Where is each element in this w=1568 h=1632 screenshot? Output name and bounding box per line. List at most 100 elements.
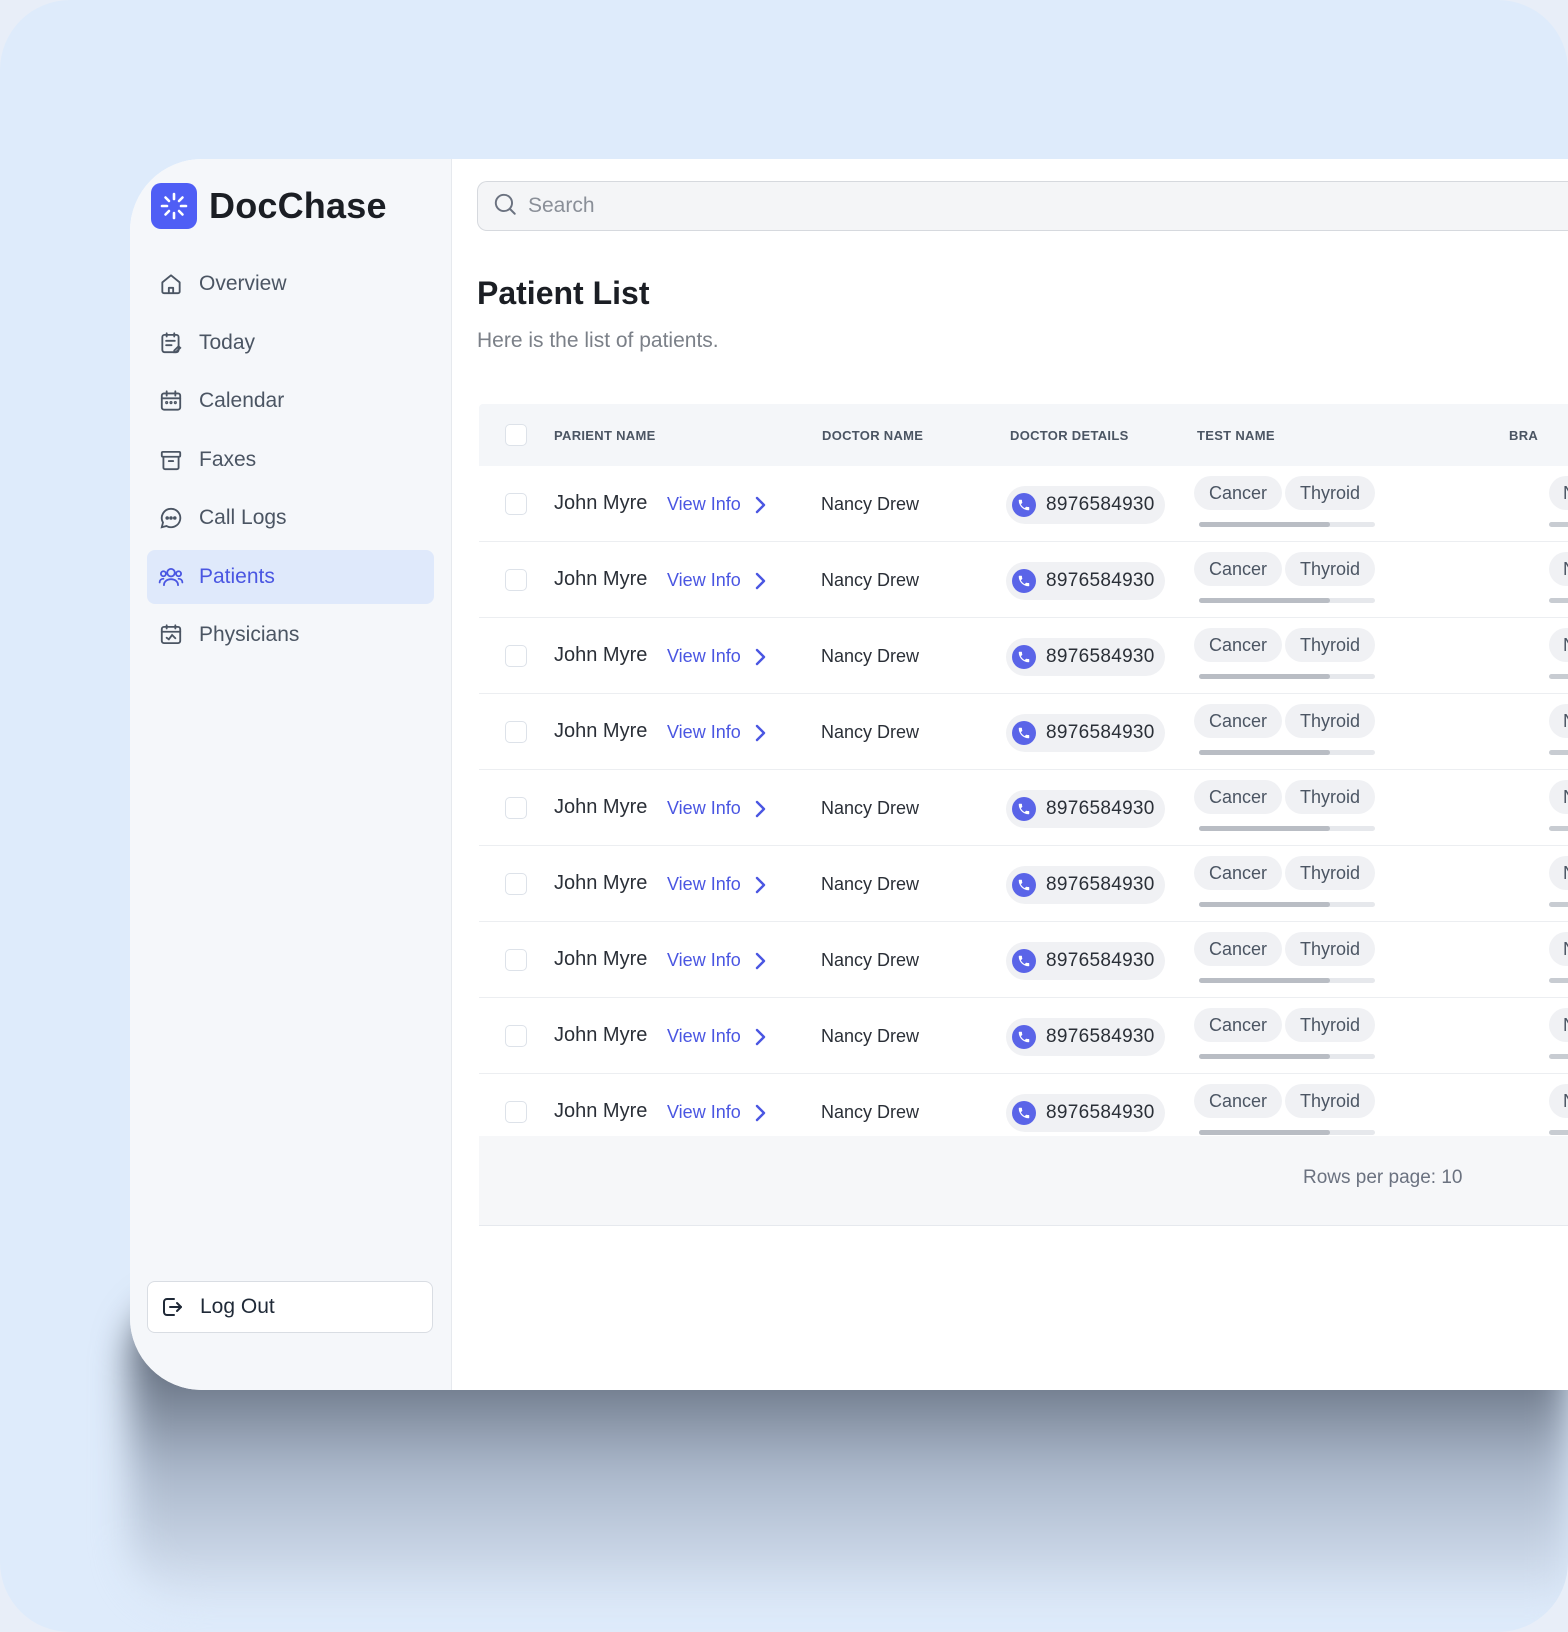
test-tag[interactable]: Thyroid	[1285, 856, 1376, 890]
row-checkbox[interactable]	[505, 493, 527, 515]
doctor-phone[interactable]: 8976584930	[1006, 638, 1165, 676]
test-progress-bar	[1199, 826, 1375, 831]
row-checkbox[interactable]	[505, 949, 527, 971]
phone-icon	[1012, 569, 1036, 593]
test-tag[interactable]: Cancer	[1194, 628, 1283, 662]
table-row[interactable]: John Myre View Info Nancy Drew 8976584930 Ca…	[479, 922, 1568, 998]
table-row[interactable]: John Myre View Info Nancy Drew 8976584930 Ca…	[479, 770, 1568, 846]
chevron-right-icon	[753, 799, 773, 819]
column-header-truncated[interactable]: BRA	[1509, 428, 1538, 443]
table-row[interactable]: John Myre View Info Nancy Drew 8976584930 Ca…	[479, 1074, 1568, 1136]
test-tag[interactable]: Thyroid	[1285, 628, 1376, 662]
truncated-column-bar	[1549, 750, 1568, 755]
test-tag[interactable]: Thyroid	[1285, 1008, 1376, 1042]
phone-icon	[1012, 949, 1036, 973]
test-tag[interactable]: Thyroid	[1285, 476, 1376, 510]
table-row[interactable]: John Myre View Info Nancy Drew 8976584930 Ca…	[479, 998, 1568, 1074]
row-checkbox[interactable]	[505, 645, 527, 667]
select-all-checkbox[interactable]	[505, 424, 527, 446]
view-info-label: View Info	[667, 494, 741, 514]
sidebar-item-today[interactable]: Today	[147, 316, 434, 370]
view-info-label: View Info	[667, 646, 741, 666]
truncated-column-tag: N	[1549, 932, 1568, 966]
test-tag[interactable]: Cancer	[1194, 932, 1283, 966]
table-row[interactable]: John Myre View Info Nancy Drew 8976584930 Ca…	[479, 694, 1568, 770]
test-tag[interactable]: Thyroid	[1285, 932, 1376, 966]
doctor-phone[interactable]: 8976584930	[1006, 714, 1165, 752]
view-info-link[interactable]: View Info	[667, 646, 773, 667]
column-header-doctor-details[interactable]: DOCTOR DETAILS	[1010, 428, 1129, 443]
doctor-phone[interactable]: 8976584930	[1006, 486, 1165, 524]
doctor-name: Nancy Drew	[821, 1026, 920, 1046]
test-tag[interactable]: Cancer	[1194, 476, 1283, 510]
test-tag[interactable]: Thyroid	[1285, 780, 1376, 814]
doctor-name: Nancy Drew	[821, 874, 920, 894]
view-info-label: View Info	[667, 798, 741, 818]
doctor-phone[interactable]: 8976584930	[1006, 942, 1165, 980]
test-tag[interactable]: Thyroid	[1285, 1084, 1376, 1118]
view-info-link[interactable]: View Info	[667, 494, 773, 515]
view-info-label: View Info	[667, 722, 741, 742]
doctor-phone[interactable]: 8976584930	[1006, 866, 1165, 904]
test-tag[interactable]: Cancer	[1194, 780, 1283, 814]
doctor-phone[interactable]: 8976584930	[1006, 1094, 1165, 1132]
patient-name: John Myre	[554, 948, 648, 970]
logout-label: Log Out	[200, 1295, 275, 1318]
doctor-phone[interactable]: 8976584930	[1006, 1018, 1165, 1056]
table-row[interactable]: John Myre View Info Nancy Drew 8976584930 Ca…	[479, 618, 1568, 694]
view-info-link[interactable]: View Info	[667, 1026, 773, 1047]
row-checkbox[interactable]	[505, 797, 527, 819]
row-checkbox[interactable]	[505, 721, 527, 743]
table-row[interactable]: John Myre View Info Nancy Drew 8976584930 Ca…	[479, 466, 1568, 542]
test-tag[interactable]: Cancer	[1194, 1084, 1283, 1118]
test-tag[interactable]: Thyroid	[1285, 704, 1376, 738]
test-tag[interactable]: Cancer	[1194, 1008, 1283, 1042]
test-progress-fill	[1199, 1054, 1330, 1059]
chevron-right-icon	[753, 1103, 773, 1123]
phone-number: 8976584930	[1046, 722, 1155, 743]
doctor-phone[interactable]: 8976584930	[1006, 562, 1165, 600]
phone-icon	[1012, 645, 1036, 669]
sidebar-item-overview[interactable]: Overview	[147, 257, 434, 311]
row-checkbox[interactable]	[505, 1101, 527, 1123]
search-input[interactable]: Search	[477, 181, 1568, 231]
sidebar-item-faxes[interactable]: Faxes	[147, 433, 434, 487]
sidebar-item-calendar[interactable]: Calendar	[147, 374, 434, 428]
test-progress-fill	[1199, 826, 1330, 831]
logout-button[interactable]: Log Out	[147, 1281, 433, 1333]
phone-icon	[1012, 493, 1036, 517]
table-row[interactable]: John Myre View Info Nancy Drew 8976584930 Ca…	[479, 846, 1568, 922]
sidebar-item-patients[interactable]: Patients	[147, 549, 434, 604]
brand[interactable]: DocChase	[130, 183, 451, 229]
test-tag[interactable]: Cancer	[1194, 552, 1283, 586]
truncated-column-bar	[1549, 1130, 1568, 1135]
chevron-right-icon	[753, 1027, 773, 1047]
phone-icon	[1012, 873, 1036, 897]
row-checkbox[interactable]	[505, 569, 527, 591]
row-checkbox[interactable]	[505, 873, 527, 895]
column-header-doctor-name[interactable]: DOCTOR NAME	[822, 428, 923, 443]
sidebar-item-call-logs[interactable]: Call Logs	[147, 491, 434, 545]
doctor-name: Nancy Drew	[821, 1102, 920, 1122]
app-window: DocChase Overview Today Calendar Faxes Call …	[130, 159, 1568, 1390]
view-info-label: View Info	[667, 1026, 741, 1046]
view-info-link[interactable]: View Info	[667, 874, 773, 895]
row-checkbox[interactable]	[505, 1025, 527, 1047]
column-header-test-name[interactable]: TEST NAME	[1197, 428, 1275, 443]
column-header-patient-name[interactable]: PARIENT NAME	[554, 428, 656, 443]
view-info-link[interactable]: View Info	[667, 798, 773, 819]
table-header: PARIENT NAME DOCTOR NAME DOCTOR DETAILS …	[479, 404, 1568, 466]
table-row[interactable]: John Myre View Info Nancy Drew 8976584930 Ca…	[479, 542, 1568, 618]
sidebar-item-physicians[interactable]: Physicians	[147, 608, 434, 662]
test-tag[interactable]: Cancer	[1194, 856, 1283, 890]
view-info-link[interactable]: View Info	[667, 1102, 773, 1123]
test-tag[interactable]: Cancer	[1194, 704, 1283, 738]
phone-number: 8976584930	[1046, 494, 1155, 515]
test-tag[interactable]: Thyroid	[1285, 552, 1376, 586]
rows-per-page-selector[interactable]: Rows per page: 10	[1303, 1167, 1463, 1189]
doctor-phone[interactable]: 8976584930	[1006, 790, 1165, 828]
view-info-link[interactable]: View Info	[667, 570, 773, 591]
view-info-link[interactable]: View Info	[667, 950, 773, 971]
truncated-column-bar	[1549, 598, 1568, 603]
view-info-link[interactable]: View Info	[667, 722, 773, 743]
